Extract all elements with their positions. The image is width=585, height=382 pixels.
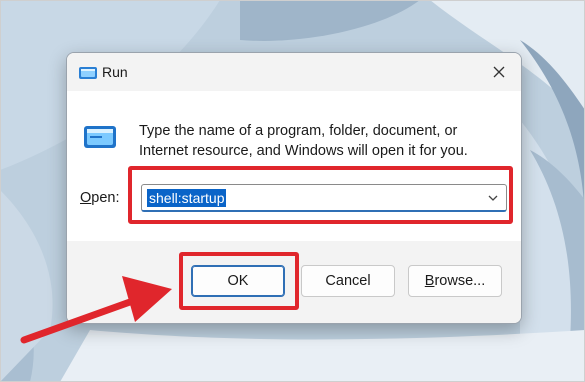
annotation-arrow [20, 276, 172, 344]
